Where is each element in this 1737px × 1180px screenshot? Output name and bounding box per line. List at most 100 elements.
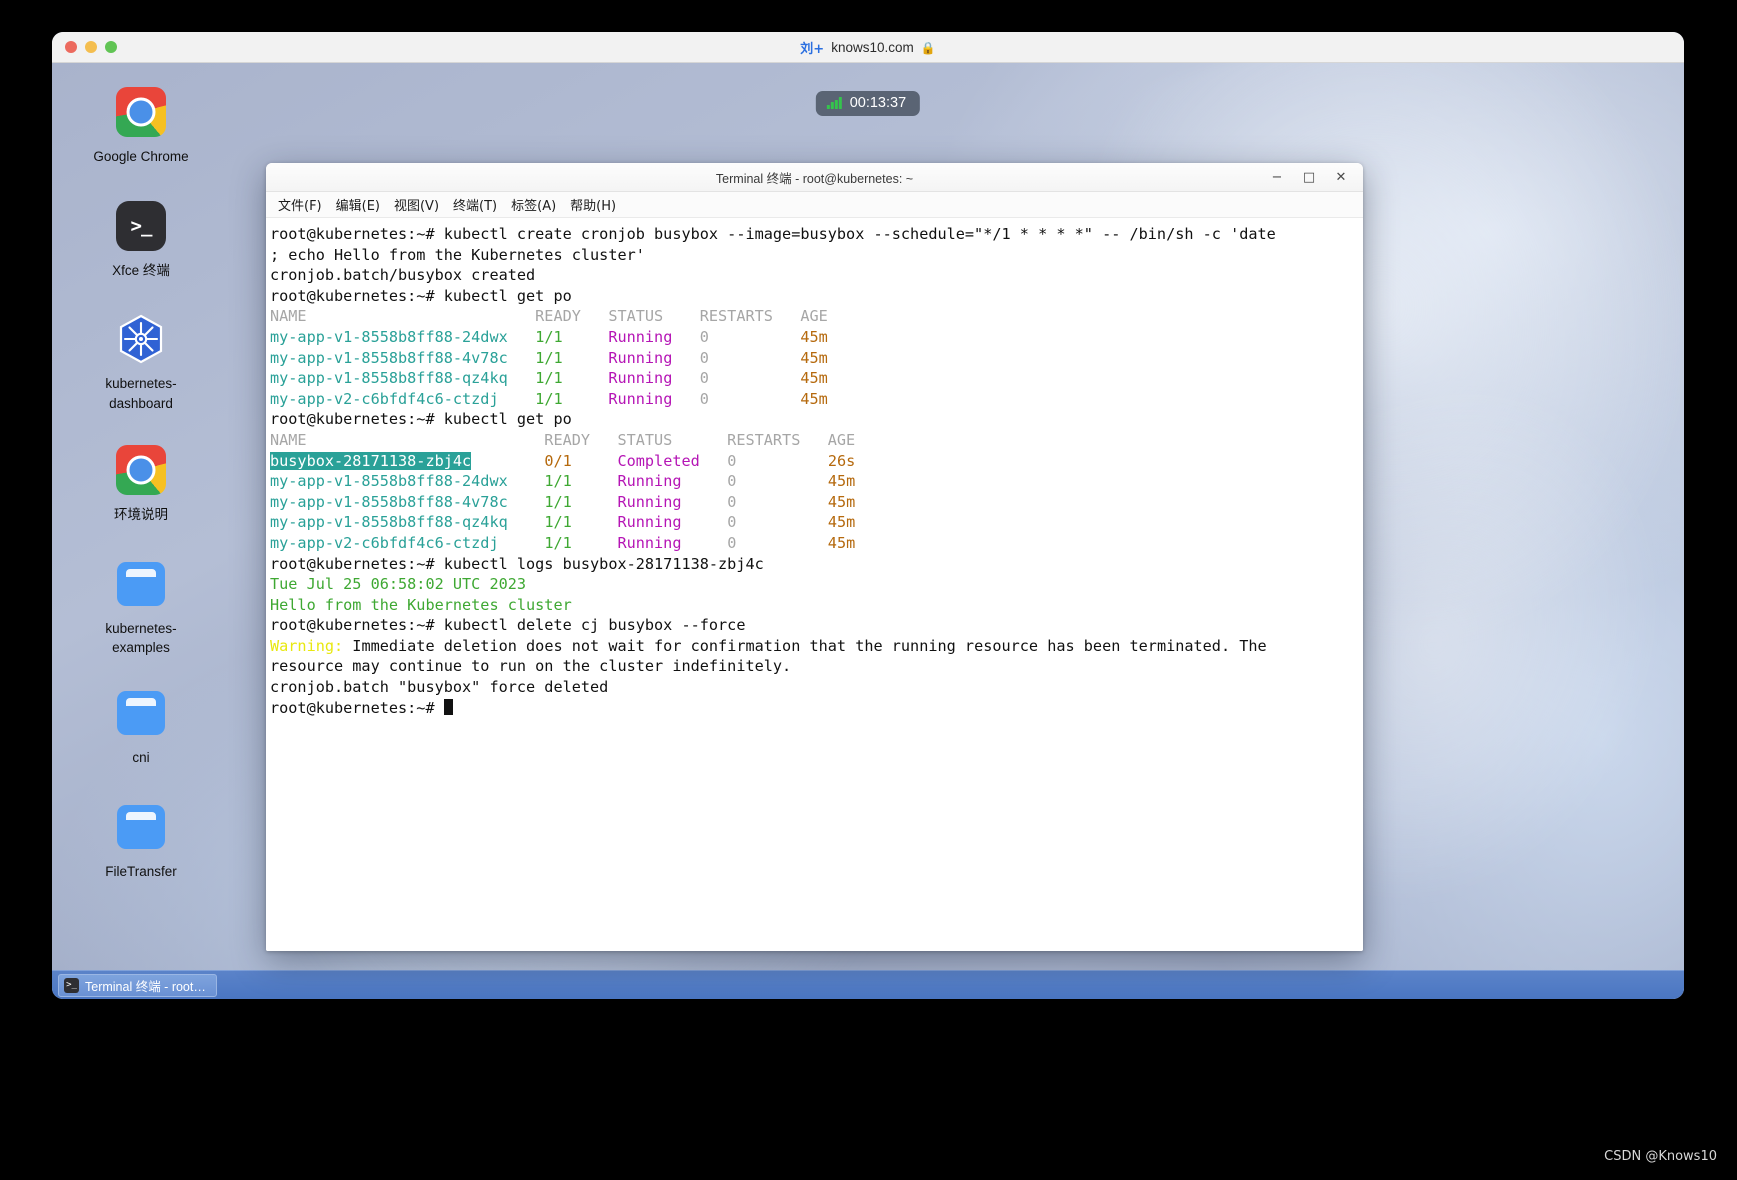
terminal-text: my-app-v1-8558b8ff88-qz4kq — [270, 369, 508, 388]
terminal-text: 45m — [827, 533, 856, 552]
menu-edit[interactable]: 编辑(E) — [329, 193, 387, 216]
desktop-icon-kubernetes-examples[interactable]: kubernetes-examples — [66, 557, 216, 658]
close-window-button[interactable] — [65, 41, 77, 53]
taskbar-item-terminal[interactable]: >_ Terminal 终端 - root… — [58, 973, 217, 997]
desktop-icon-label: cni — [132, 749, 150, 765]
terminal-line: my-app-v1-8558b8ff88-4v78c 1/1 Running 0… — [270, 492, 1363, 513]
taskbar: >_ Terminal 终端 - root… — [52, 970, 1684, 999]
terminal-line: resource may continue to run on the clus… — [270, 656, 1363, 677]
terminal-text: root@kubernetes:~# kubectl logs busybox-… — [270, 554, 764, 573]
menu-terminal[interactable]: 终端(T) — [446, 193, 504, 216]
terminal-text: Running — [608, 327, 673, 346]
terminal-text: Immediate deletion does not wait for con… — [343, 636, 1267, 655]
minimize-window-button[interactable] — [85, 41, 97, 53]
taskbar-item-label: Terminal 终端 - root… — [85, 979, 206, 994]
terminal-output[interactable]: root@kubernetes:~# kubectl create cronjo… — [266, 218, 1363, 951]
terminal-line: Tue Jul 25 06:58:02 UTC 2023 — [270, 574, 1363, 595]
terminal-line: root@kubernetes:~# kubectl create cronjo… — [270, 224, 1363, 245]
desktop-icon-huanjing-shuoming[interactable]: 环境说明 — [66, 443, 216, 525]
terminal-text: 0 — [727, 533, 737, 552]
terminal-text: Running — [617, 533, 682, 552]
desktop-icon-label: Google Chrome — [93, 149, 189, 164]
chrome-icon — [114, 85, 168, 139]
terminal-window[interactable]: Terminal 终端 - root@kubernetes: ~ − □ ✕ 文… — [266, 163, 1363, 951]
desktop-icon-label: kubernetes-dashboard — [105, 376, 177, 411]
terminal-text: root@kubernetes:~# kubectl create cronjo… — [270, 225, 1276, 243]
terminal-titlebar[interactable]: Terminal 终端 - root@kubernetes: ~ − □ ✕ — [266, 163, 1363, 192]
terminal-line: my-app-v2-c6bfdf4c6-ctzdj 1/1 Running 0 … — [270, 533, 1363, 554]
menu-file[interactable]: 文件(F) — [271, 193, 329, 216]
terminal-line: root@kubernetes:~# — [270, 698, 1363, 719]
terminal-text: 45m — [827, 513, 856, 532]
close-icon[interactable]: ✕ — [1327, 167, 1355, 189]
terminal-text: 1/1 — [544, 472, 572, 491]
terminal-text: my-app-v2-c6bfdf4c6-ctzdj — [270, 533, 499, 552]
terminal-line: my-app-v1-8558b8ff88-qz4kq 1/1 Running 0… — [270, 368, 1363, 389]
desktop-icon-google-chrome[interactable]: Google Chrome — [66, 85, 216, 167]
desktop-icon-cni[interactable]: cni — [66, 686, 216, 768]
terminal-text: my-app-v2-c6bfdf4c6-ctzdj — [270, 389, 499, 408]
terminal-title-label: Terminal 终端 - root@kubernetes: ~ — [715, 171, 914, 186]
knows-icon: 刘+ — [800, 42, 825, 57]
terminal-line: Hello from the Kubernetes cluster — [270, 595, 1363, 616]
terminal-text: 1/1 — [535, 389, 563, 408]
address-bar[interactable]: 刘+ knows10.com 🔒 — [52, 32, 1684, 63]
terminal-text: NAME READY STATUS RESTARTS AGE — [270, 430, 856, 449]
terminal-text: Running — [608, 389, 673, 408]
terminal-line: NAME READY STATUS RESTARTS AGE — [270, 430, 1363, 451]
maximize-icon[interactable]: □ — [1295, 167, 1323, 189]
terminal-text: 1/1 — [535, 327, 563, 346]
desktop-icon-label: FileTransfer — [105, 863, 177, 879]
minimize-icon[interactable]: − — [1263, 167, 1291, 189]
folder-icon — [114, 686, 168, 740]
desktop-icon-xfce-terminal[interactable]: >_ Xfce 终端 — [66, 199, 216, 281]
desktop-icon-filetransfer[interactable]: FileTransfer — [66, 800, 216, 882]
terminal-text: my-app-v1-8558b8ff88-24dwx — [270, 472, 508, 491]
terminal-line: my-app-v1-8558b8ff88-24dwx 1/1 Running 0… — [270, 327, 1363, 348]
terminal-text: 0 — [699, 348, 709, 367]
terminal-text: Hello from the Kubernetes cluster — [270, 595, 572, 614]
terminal-text: root@kubernetes:~# kubectl get po — [270, 410, 572, 429]
menu-help[interactable]: 帮助(H) — [563, 193, 623, 216]
terminal-text: 0 — [699, 389, 709, 408]
terminal-text: Completed — [617, 451, 700, 470]
terminal-text: Running — [617, 513, 682, 532]
terminal-text: Running — [617, 472, 682, 491]
menu-view[interactable]: 视图(V) — [387, 193, 446, 216]
terminal-line: NAME READY STATUS RESTARTS AGE — [270, 306, 1363, 327]
terminal-text: Tue Jul 25 06:58:02 UTC 2023 — [270, 575, 527, 594]
terminal-text: Running — [608, 348, 673, 367]
desktop-icon-label: Xfce 终端 — [112, 262, 170, 278]
terminal-window-controls: − □ ✕ — [1263, 163, 1355, 192]
terminal-line: my-app-v2-c6bfdf4c6-ctzdj 1/1 Running 0 … — [270, 389, 1363, 410]
terminal-text: root@kubernetes:~# kubectl get po — [270, 286, 572, 305]
menu-tabs[interactable]: 标签(A) — [504, 193, 563, 216]
terminal-line: my-app-v1-8558b8ff88-24dwx 1/1 Running 0… — [270, 471, 1363, 492]
zoom-window-button[interactable] — [105, 41, 117, 53]
terminal-text: busybox-28171138-zbj4c — [270, 451, 472, 470]
terminal-text: Running — [617, 492, 682, 511]
desktop-icon-kubernetes-dashboard[interactable]: kubernetes-dashboard — [66, 312, 216, 413]
terminal-text: 1/1 — [544, 492, 572, 511]
terminal-line: cronjob.batch/busybox created — [270, 265, 1363, 286]
terminal-text: 45m — [827, 492, 856, 511]
